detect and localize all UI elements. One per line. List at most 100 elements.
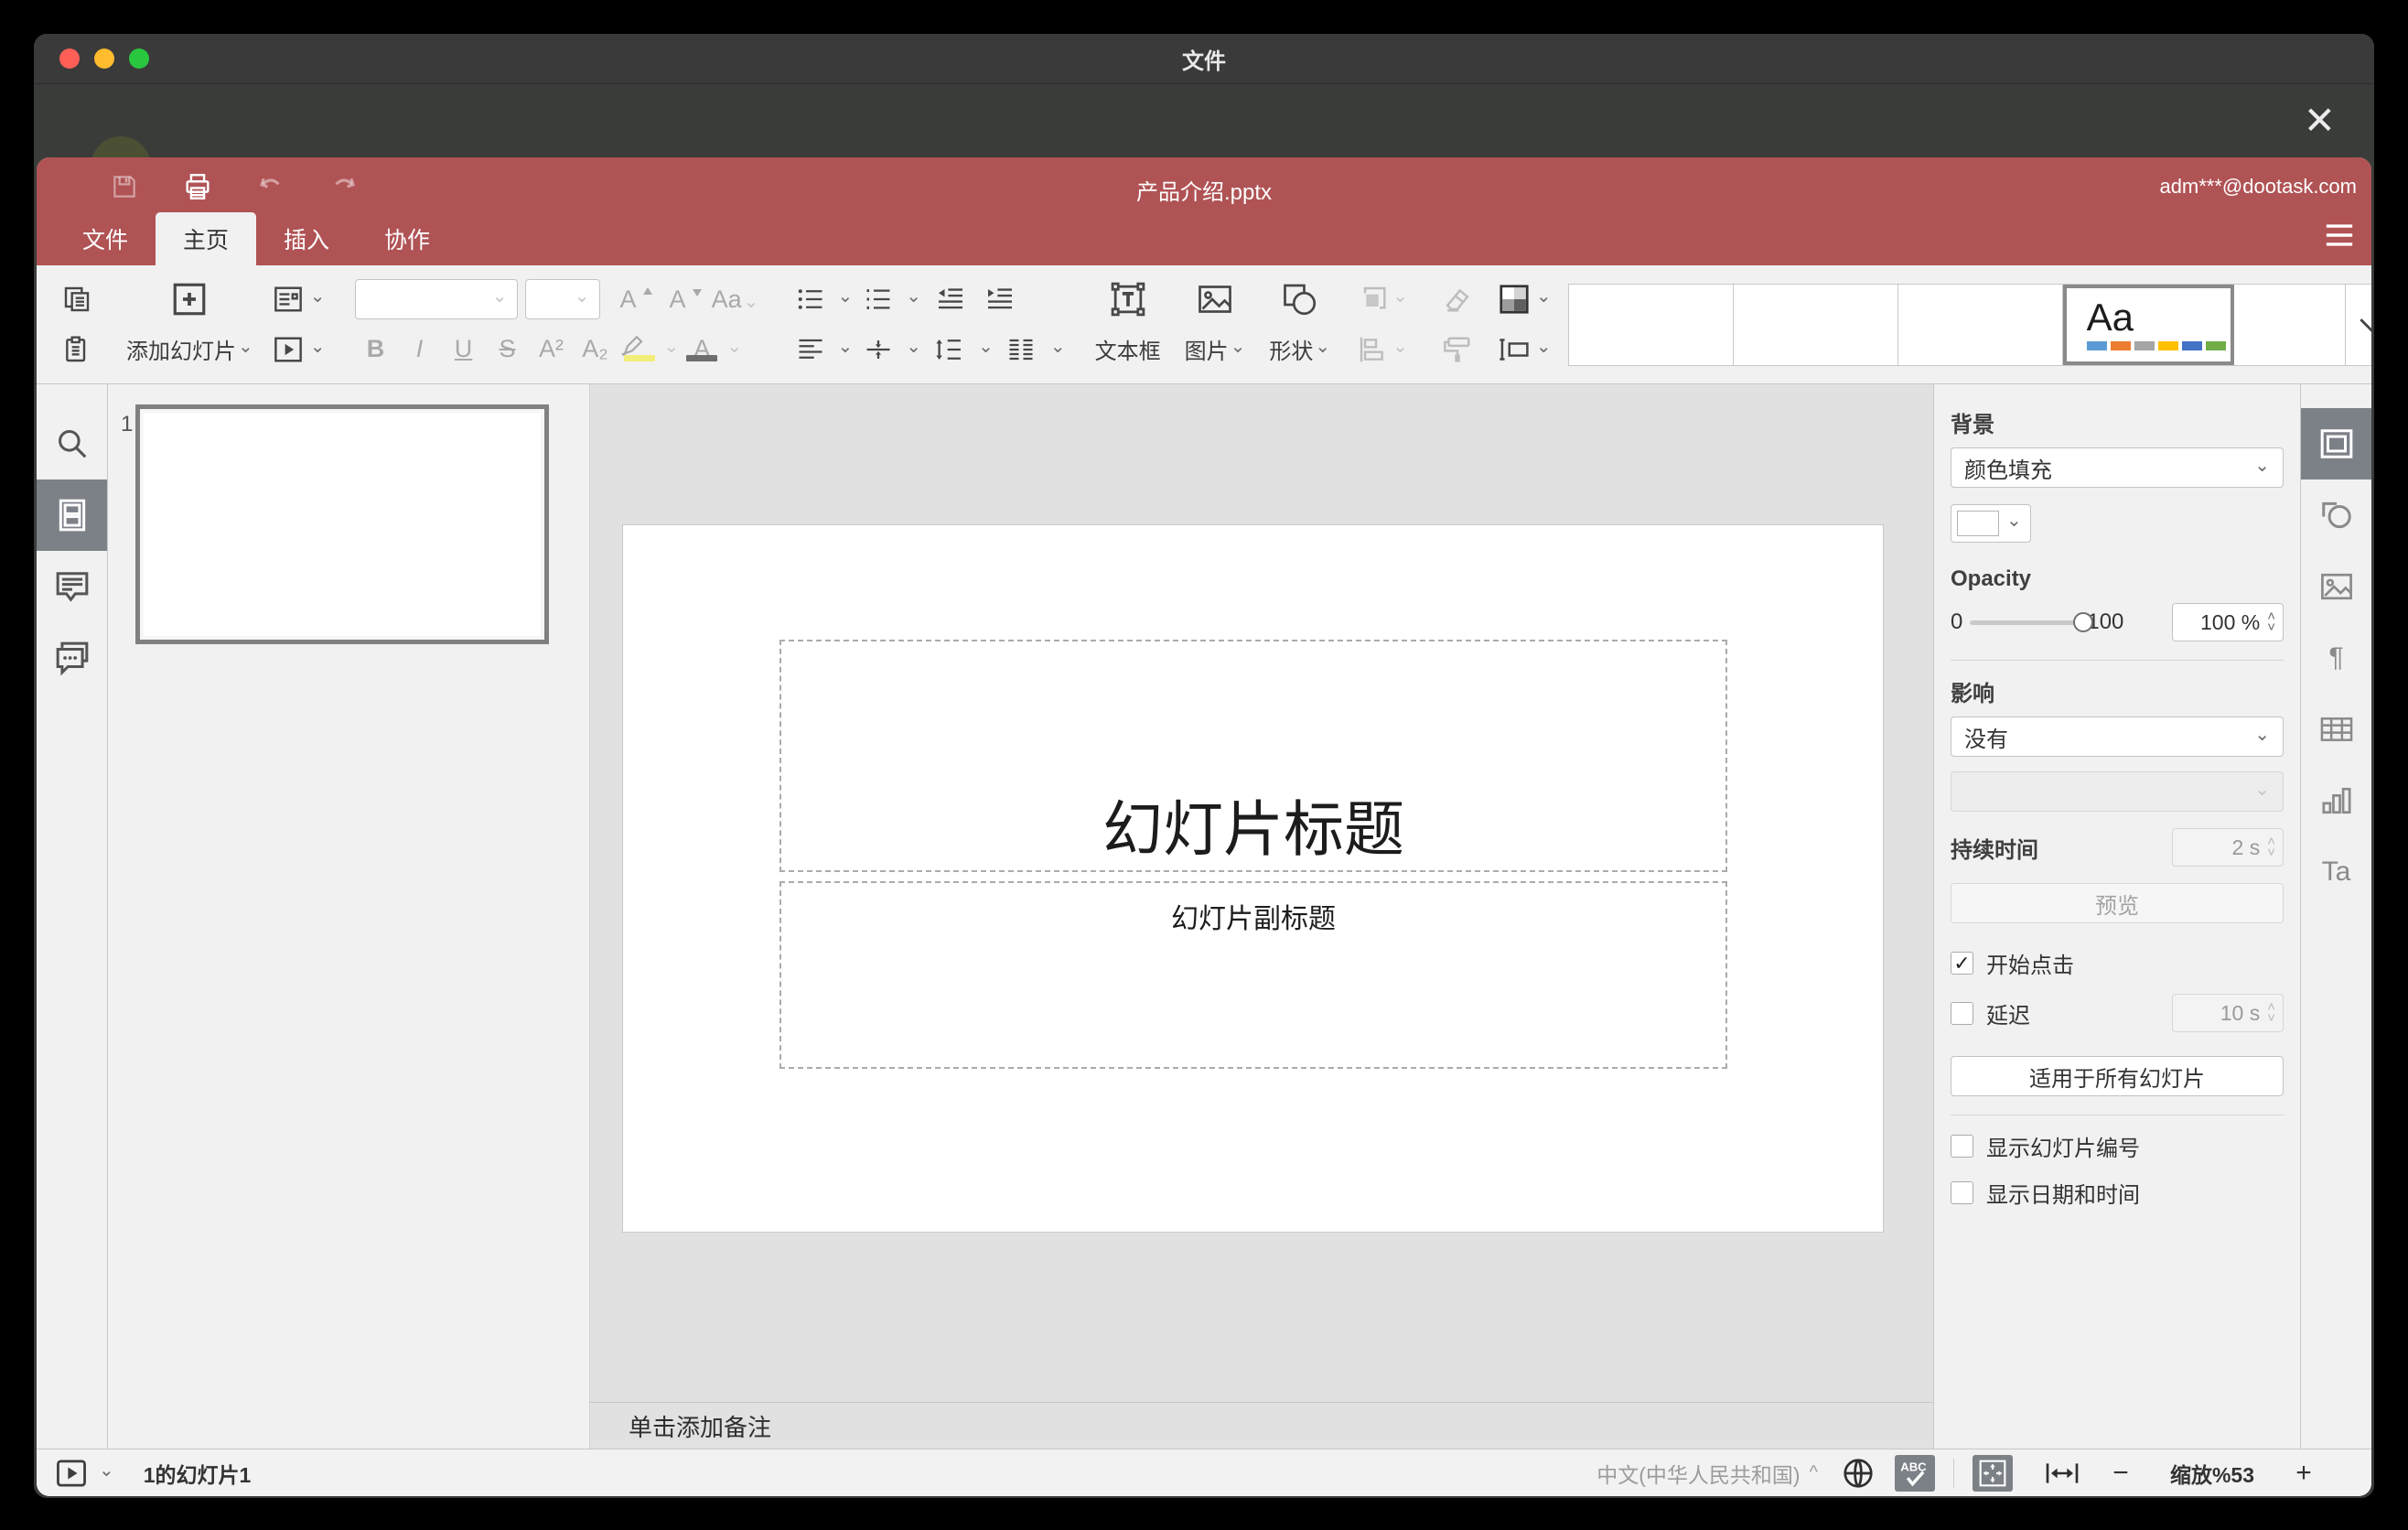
- spinner-arrows-icon[interactable]: ˄ ˅: [2267, 609, 2275, 634]
- apply-to-all-slides-button[interactable]: 适用于所有幻灯片: [1951, 1056, 2284, 1096]
- notes-area[interactable]: 单击添加备注: [590, 1402, 1933, 1449]
- slide[interactable]: 幻灯片标题 幻灯片副标题: [622, 524, 1884, 1233]
- delay-checkbox[interactable]: [1951, 1001, 1973, 1025]
- add-slide-icon[interactable]: [169, 278, 210, 320]
- italic-button[interactable]: I: [399, 335, 441, 363]
- start-on-click-checkbox[interactable]: ✓: [1951, 952, 1973, 975]
- chevron-down-icon[interactable]: ⌄: [1050, 338, 1066, 356]
- slide-settings-icon[interactable]: [2301, 408, 2371, 479]
- numbering-icon[interactable]: [862, 278, 895, 320]
- theme-option[interactable]: [1733, 284, 1898, 365]
- font-name-combo[interactable]: ⌄: [354, 279, 518, 320]
- horizontal-align-icon[interactable]: [794, 329, 827, 371]
- font-color-button[interactable]: A: [681, 335, 723, 363]
- highlight-color-button[interactable]: [618, 335, 661, 363]
- superscript-button[interactable]: A²: [531, 335, 573, 363]
- tab-collaboration[interactable]: 协作: [357, 212, 457, 265]
- font-size-combo[interactable]: ⌄: [524, 279, 600, 320]
- image-label[interactable]: 图片: [1185, 333, 1229, 365]
- subtitle-placeholder[interactable]: 幻灯片副标题: [779, 881, 1727, 1069]
- close-icon[interactable]: ✕: [2304, 102, 2336, 140]
- opacity-slider[interactable]: [1970, 611, 2094, 632]
- start-slideshow-status-icon[interactable]: [55, 1459, 88, 1488]
- bullets-icon[interactable]: [794, 278, 827, 320]
- copy-icon[interactable]: [57, 278, 97, 320]
- menu-icon[interactable]: [2324, 223, 2355, 247]
- comments-icon[interactable]: [37, 551, 107, 622]
- add-slide-label[interactable]: 添加幻灯片: [126, 333, 236, 365]
- slide-size-icon[interactable]: [1494, 329, 1534, 371]
- textart-settings-icon[interactable]: Ta: [2301, 836, 2371, 908]
- chevron-down-icon[interactable]: ⌄: [238, 338, 253, 356]
- slide-layout-icon[interactable]: [268, 278, 308, 320]
- shape-icon[interactable]: [1280, 278, 1320, 320]
- tab-home[interactable]: 主页: [156, 212, 257, 265]
- chevron-down-icon[interactable]: ⌄: [1231, 338, 1246, 356]
- slider-knob[interactable]: [2073, 611, 2094, 632]
- copy-style-icon[interactable]: [1437, 329, 1478, 371]
- show-slide-number-checkbox[interactable]: [1951, 1135, 1973, 1158]
- clear-style-icon[interactable]: [1437, 278, 1478, 320]
- chevron-down-icon[interactable]: ⌄: [838, 287, 854, 306]
- theme-gallery-expand-button[interactable]: [2344, 284, 2371, 365]
- theme-option[interactable]: [2233, 284, 2345, 365]
- increase-font-button[interactable]: A: [607, 286, 652, 314]
- opacity-spinner[interactable]: 100 % ˄ ˅: [2172, 603, 2284, 641]
- shape-settings-icon[interactable]: [2301, 479, 2371, 551]
- tab-insert[interactable]: 插入: [256, 212, 357, 265]
- textbox-icon[interactable]: [1108, 278, 1148, 320]
- chevron-down-icon[interactable]: ⌄: [726, 338, 742, 356]
- shape-label[interactable]: 形状: [1269, 333, 1313, 365]
- duration-spinner[interactable]: 2 s ˄ ˅: [2172, 828, 2284, 867]
- zoom-out-button[interactable]: −: [2104, 1458, 2137, 1489]
- search-icon[interactable]: [37, 408, 107, 479]
- chevron-down-icon[interactable]: ⌄: [978, 338, 994, 356]
- decrease-indent-icon[interactable]: [930, 278, 971, 320]
- spellcheck-toggle[interactable]: ABC: [1894, 1454, 1935, 1492]
- chevron-down-icon[interactable]: ⌄: [1536, 287, 1552, 306]
- paragraph-settings-icon[interactable]: ¶: [2301, 622, 2371, 694]
- chevron-down-icon[interactable]: ⌄: [906, 287, 921, 306]
- chevron-down-icon[interactable]: ⌄: [906, 338, 921, 356]
- columns-icon[interactable]: [1003, 329, 1039, 371]
- arrange-shape-icon[interactable]: [1354, 278, 1391, 320]
- chevron-down-icon[interactable]: ⌄: [1536, 338, 1552, 356]
- subscript-button[interactable]: A₂: [575, 335, 617, 363]
- chevron-down-icon[interactable]: ⌄: [310, 338, 326, 356]
- chevron-down-icon[interactable]: ⌄: [99, 1461, 114, 1480]
- chat-icon[interactable]: [37, 622, 107, 694]
- tab-file[interactable]: 文件: [55, 212, 156, 265]
- effect-type-select[interactable]: ⌄: [1951, 771, 2284, 812]
- chevron-down-icon[interactable]: ⌄: [838, 338, 854, 356]
- theme-option[interactable]: [1568, 284, 1734, 365]
- preview-button[interactable]: 预览: [1951, 883, 2284, 923]
- theme-colors-icon[interactable]: [1494, 278, 1534, 320]
- chevron-down-icon[interactable]: ⌄: [1315, 338, 1330, 356]
- decrease-font-button[interactable]: A: [657, 286, 702, 314]
- image-icon[interactable]: [1195, 278, 1235, 320]
- start-slideshow-icon[interactable]: [268, 329, 308, 371]
- line-spacing-icon[interactable]: [930, 329, 967, 371]
- delay-spinner[interactable]: 10 s ˄ ˅: [2172, 994, 2284, 1032]
- slides-panel-icon[interactable]: [37, 479, 107, 551]
- background-color-swatch[interactable]: ⌄: [1951, 504, 2031, 543]
- increase-indent-icon[interactable]: [980, 278, 1020, 320]
- textbox-label[interactable]: 文本框: [1095, 333, 1161, 365]
- bold-button[interactable]: B: [355, 335, 397, 363]
- align-shape-icon[interactable]: [1354, 329, 1391, 371]
- slide-canvas[interactable]: 幻灯片标题 幻灯片副标题: [590, 384, 1933, 1402]
- background-fill-select[interactable]: 颜色填充 ⌄: [1951, 447, 2284, 488]
- chevron-down-icon[interactable]: ⌄: [310, 287, 326, 306]
- change-case-button[interactable]: Aa ⌄: [706, 286, 765, 314]
- theme-option[interactable]: [1897, 284, 2063, 365]
- paste-icon[interactable]: [57, 329, 97, 371]
- fit-slide-toggle[interactable]: [1972, 1454, 2013, 1492]
- chevron-down-icon[interactable]: ⌄: [1392, 338, 1408, 356]
- underline-button[interactable]: U: [443, 335, 485, 363]
- slide-thumbnail[interactable]: [135, 404, 549, 644]
- chart-settings-icon[interactable]: [2301, 765, 2371, 836]
- strikethrough-button[interactable]: S: [487, 335, 529, 363]
- chevron-down-icon[interactable]: ⌄: [1392, 287, 1408, 306]
- effect-select[interactable]: 没有 ⌄: [1951, 717, 2284, 757]
- show-date-checkbox[interactable]: [1951, 1181, 1973, 1204]
